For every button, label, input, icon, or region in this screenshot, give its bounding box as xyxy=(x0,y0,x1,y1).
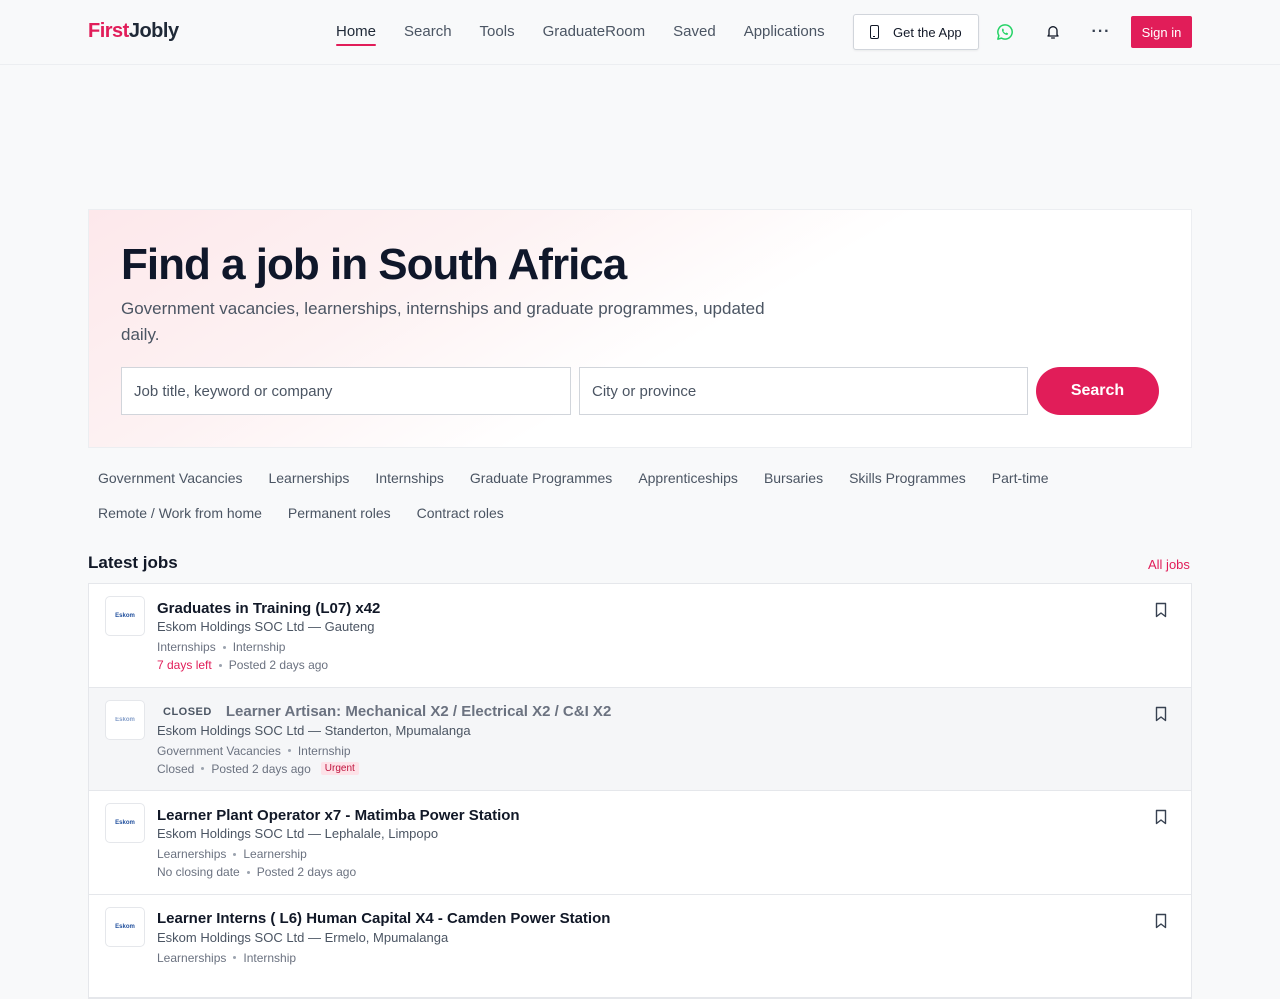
job-category: Government Vacancies xyxy=(157,743,281,758)
job-meta: No closing date Posted 2 days ago xyxy=(157,865,356,879)
nav-graduateroom[interactable]: GraduateRoom xyxy=(543,0,646,64)
logo-second: Jobly xyxy=(128,20,179,42)
separator-dot xyxy=(287,749,291,752)
keyword-search-input[interactable] xyxy=(121,367,571,415)
job-company-location: Eskom Holdings SOC Ltd — Gauteng xyxy=(157,619,375,634)
logo-first: First xyxy=(88,20,129,42)
get-the-app-button[interactable]: Get the App xyxy=(853,14,979,50)
search-button[interactable]: Search xyxy=(1036,367,1159,415)
job-listing[interactable]: Eskom CLOSED Learner Artisan: Mechanical… xyxy=(89,687,1191,791)
category-skills-programmes[interactable]: Skills Programmes xyxy=(839,463,976,493)
bookmark-icon[interactable] xyxy=(1154,809,1168,825)
top-navigation-bar: FirstJobly Home Search Tools GraduateRoo… xyxy=(0,0,1280,65)
job-deadline: Closed xyxy=(157,761,195,776)
company-logo: Eskom xyxy=(105,699,145,740)
job-posted: Posted 2 days ago xyxy=(211,761,311,776)
job-listing[interactable]: Eskom Learner Interns ( L6) Human Capita… xyxy=(89,894,1191,998)
phone-icon xyxy=(870,25,879,39)
category-chips: Government Vacancies Learnerships Intern… xyxy=(88,463,1192,533)
separator-dot xyxy=(233,852,237,856)
job-listing[interactable]: Eskom Graduates in Training (L07) x42 Es… xyxy=(89,584,1191,688)
latest-jobs-heading: Latest jobs xyxy=(88,553,178,572)
company-logo-text: Eskom xyxy=(115,923,135,930)
job-title[interactable]: Learner Interns ( L6) Human Capital X4 -… xyxy=(157,910,610,927)
hero-search-panel: Find a job in South Africa Government va… xyxy=(88,209,1192,448)
job-title[interactable]: Learner Artisan: Mechanical X2 / Electri… xyxy=(226,703,611,720)
job-type: Internship xyxy=(232,640,286,654)
job-type: Internship xyxy=(243,950,297,965)
job-tags: Learnerships Learnership xyxy=(157,847,307,861)
job-company-location: Eskom Holdings SOC Ltd — Standerton, Mpu… xyxy=(157,722,471,738)
category-row: Remote / Work from home Permanent roles … xyxy=(88,498,1192,528)
hero-subtitle: Government vacancies, learnerships, inte… xyxy=(121,299,765,344)
job-company-location: Eskom Holdings SOC Ltd — Lephalale, Limp… xyxy=(157,826,439,841)
closed-badge: CLOSED xyxy=(163,705,212,718)
all-jobs-link[interactable]: All jobs xyxy=(1148,557,1190,572)
category-part-time[interactable]: Part-time xyxy=(982,463,1059,493)
main-nav: Home Search Tools GraduateRoom Saved App… xyxy=(336,0,853,64)
bookmark-icon[interactable] xyxy=(1154,602,1168,618)
job-deadline: No closing date xyxy=(157,865,240,879)
category-apprenticeships[interactable]: Apprenticeships xyxy=(628,463,748,493)
company-logo: Eskom xyxy=(105,803,145,843)
job-company-location: Eskom Holdings SOC Ltd — Ermelo, Mpumala… xyxy=(157,929,449,945)
job-category: Learnerships xyxy=(157,847,227,861)
category-government-vacancies[interactable]: Government Vacancies xyxy=(88,463,252,493)
job-category: Internships xyxy=(157,640,216,654)
location-search-input[interactable] xyxy=(579,367,1028,415)
job-category: Learnerships xyxy=(157,950,227,965)
category-graduate-programmes[interactable]: Graduate Programmes xyxy=(460,463,622,493)
job-posted: Posted 2 days ago xyxy=(256,865,357,879)
category-permanent-roles[interactable]: Permanent roles xyxy=(278,498,401,528)
get-the-app-label: Get the App xyxy=(893,24,962,40)
bookmark-icon[interactable] xyxy=(1154,706,1168,722)
category-contract-roles[interactable]: Contract roles xyxy=(407,498,514,528)
company-logo-text: Eskom xyxy=(115,613,135,619)
job-posted: Posted 2 days ago xyxy=(228,658,329,672)
separator-dot xyxy=(233,956,237,959)
bell-icon[interactable] xyxy=(1041,20,1065,44)
company-logo: Eskom xyxy=(105,906,145,947)
job-type: Learnership xyxy=(243,847,307,861)
nav-home[interactable]: Home xyxy=(336,0,377,64)
job-title-line: CLOSED Learner Artisan: Mechanical X2 / … xyxy=(157,702,611,722)
whatsapp-icon[interactable] xyxy=(993,20,1017,44)
bookmark-icon[interactable] xyxy=(1154,913,1168,929)
job-deadline: 7 days left xyxy=(157,658,212,672)
job-listing[interactable]: Eskom Learner Plant Operator x7 - Matimb… xyxy=(89,791,1191,895)
job-tags: Government Vacancies Internship xyxy=(157,744,351,758)
job-type: Internship xyxy=(297,743,351,758)
nav-tools[interactable]: Tools xyxy=(480,0,515,64)
company-logo-text: Eskom xyxy=(115,820,135,826)
more-icon[interactable]: ··· xyxy=(1089,20,1113,44)
company-logo: Eskom xyxy=(105,596,145,636)
job-title-line: Learner Interns ( L6) Human Capital X4 -… xyxy=(157,909,610,929)
firstjobly-logo[interactable]: FirstJobly xyxy=(88,20,179,43)
category-bursaries[interactable]: Bursaries xyxy=(754,463,833,493)
job-tags: Learnerships Internship xyxy=(157,951,296,965)
urgent-badge: Urgent xyxy=(320,762,359,775)
separator-dot xyxy=(246,870,250,874)
job-title-line: Graduates in Training (L07) x42 xyxy=(157,598,380,618)
job-meta: Closed Posted 2 days ago Urgent xyxy=(157,762,359,776)
job-title[interactable]: Graduates in Training (L07) x42 xyxy=(157,600,380,617)
category-remote[interactable]: Remote / Work from home xyxy=(88,498,272,528)
separator-dot xyxy=(222,645,226,649)
job-title[interactable]: Learner Plant Operator x7 - Matimba Powe… xyxy=(157,807,520,824)
hero-title: Find a job in South Africa xyxy=(121,240,627,289)
category-internships[interactable]: Internships xyxy=(365,463,453,493)
company-logo-text: Eskom xyxy=(115,716,135,723)
separator-dot xyxy=(201,767,205,770)
job-title-line: Learner Plant Operator x7 - Matimba Powe… xyxy=(157,805,520,825)
separator-dot xyxy=(218,663,222,667)
job-tags: Internships Internship xyxy=(157,640,285,654)
sign-in-button[interactable]: Sign in xyxy=(1131,16,1192,48)
job-meta: 7 days left Posted 2 days ago xyxy=(157,658,328,672)
category-learnerships[interactable]: Learnerships xyxy=(258,463,359,493)
category-row: Government Vacancies Learnerships Intern… xyxy=(88,463,1192,493)
nav-saved[interactable]: Saved xyxy=(673,0,716,64)
job-list: Eskom Graduates in Training (L07) x42 Es… xyxy=(88,583,1192,999)
nav-search[interactable]: Search xyxy=(404,0,452,64)
nav-applications[interactable]: Applications xyxy=(744,0,825,64)
